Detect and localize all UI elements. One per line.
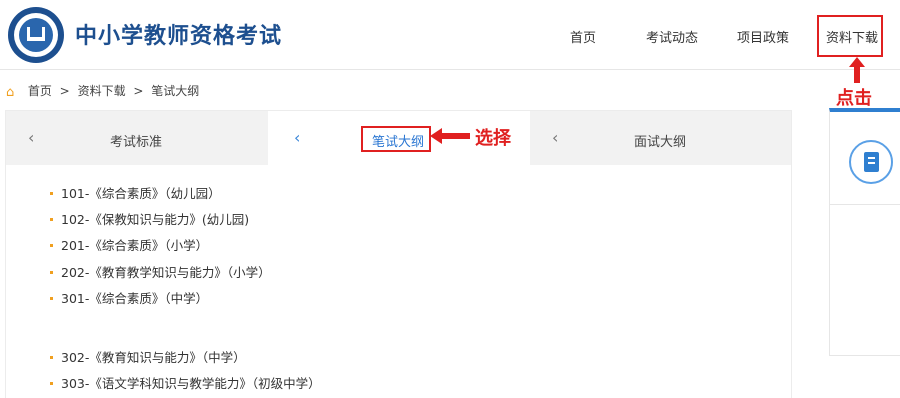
divider [830, 204, 900, 205]
arrow-left-icon [430, 128, 470, 144]
document-link[interactable]: 102-《保教知识与能力》(幼儿园) [61, 212, 249, 227]
document-link[interactable]: 303-《语文学科知识与教学能力》（初级中学） [61, 376, 321, 391]
breadcrumb-separator: > [133, 84, 144, 98]
nav-home[interactable]: 首页 [570, 27, 596, 46]
tab-label: 笔试大纲 [372, 135, 425, 150]
tab-label: 考试标准 [110, 135, 163, 150]
document-link[interactable]: 302-《教育知识与能力》（中学） [61, 350, 246, 365]
bullet-icon [50, 192, 53, 195]
list-item[interactable]: 303-《语文学科知识与教学能力》（初级中学） [50, 373, 321, 392]
tab-bar: ‹ 考试标准 ‹ 笔试大纲 ‹ 面试大纲 [6, 111, 791, 165]
annotation-select: 选择 [475, 128, 511, 149]
chevron-left-icon: ‹ [294, 128, 301, 147]
tab-interview-syllabus[interactable]: ‹ 面试大纲 [530, 111, 791, 165]
side-widget [829, 108, 900, 356]
list-item[interactable]: 102-《保教知识与能力》(幼儿园) [50, 209, 249, 228]
list-item[interactable]: 301-《综合素质》（中学） [50, 288, 208, 307]
site-title: 中小学教师资格考试 [75, 24, 283, 49]
bullet-icon [50, 382, 53, 385]
breadcrumb-separator: > [59, 84, 70, 98]
site-logo-icon[interactable] [8, 7, 64, 63]
bullet-icon [50, 297, 53, 300]
list-item[interactable]: 201-《综合素质》（小学） [50, 235, 208, 254]
document-link[interactable]: 202-《教育教学知识与能力》（小学） [61, 265, 271, 280]
arrow-up-icon [849, 57, 865, 83]
bullet-icon [50, 271, 53, 274]
list-item[interactable]: 302-《教育知识与能力》（中学） [50, 347, 246, 366]
list-item[interactable]: 202-《教育教学知识与能力》（小学） [50, 262, 271, 281]
list-item[interactable]: 101-《综合素质》（幼儿园） [50, 183, 221, 202]
chevron-left-icon: ‹ [552, 128, 559, 147]
tab-label: 面试大纲 [634, 135, 687, 150]
nav-project-policy[interactable]: 项目政策 [737, 27, 789, 46]
nav-download[interactable]: 资料下载 [826, 27, 878, 46]
annotation-click: 点击 [836, 88, 872, 109]
document-link[interactable]: 101-《综合素质》（幼儿园） [61, 186, 221, 201]
breadcrumb-home[interactable]: 首页 [28, 84, 52, 98]
bullet-icon [50, 218, 53, 221]
bullet-icon [50, 244, 53, 247]
contact-book-icon[interactable] [849, 140, 893, 184]
document-link[interactable]: 301-《综合素质》（中学） [61, 291, 208, 306]
document-link[interactable]: 201-《综合素质》（小学） [61, 238, 208, 253]
site-header: 中小学教师资格考试 首页 考试动态 项目政策 资料下载 [0, 0, 900, 70]
nav-exam-news[interactable]: 考试动态 [646, 27, 698, 46]
home-icon[interactable]: ⌂ [6, 86, 20, 99]
tab-exam-standard[interactable]: ‹ 考试标准 [6, 111, 268, 165]
bullet-icon [50, 356, 53, 359]
breadcrumb-written-syllabus: 笔试大纲 [151, 84, 200, 98]
chevron-left-icon: ‹ [28, 128, 35, 147]
breadcrumb-download[interactable]: 资料下载 [78, 84, 126, 98]
breadcrumb: ⌂ 首页 > 资料下载 > 笔试大纲 [6, 82, 199, 99]
